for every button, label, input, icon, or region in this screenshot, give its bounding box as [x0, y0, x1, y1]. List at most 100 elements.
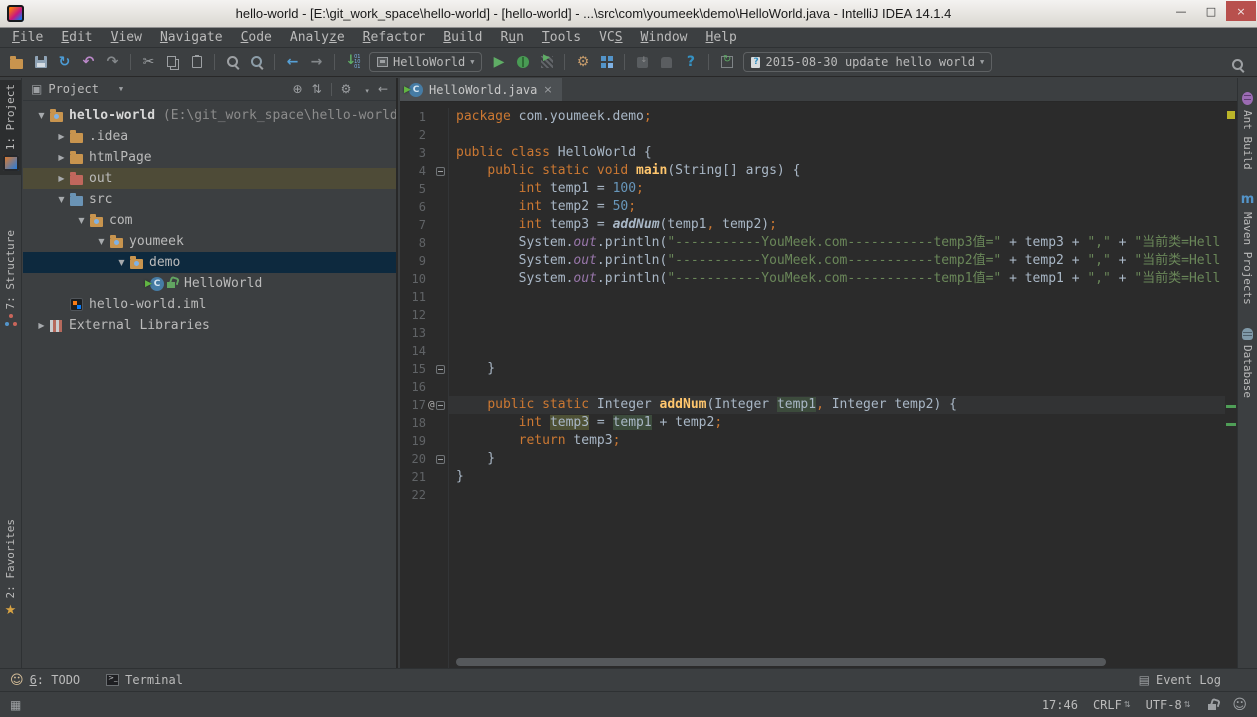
synchronize-button[interactable]: ↻ [53, 51, 76, 73]
vcs-changelist-select[interactable]: 2015-08-30 update hello world▼ [743, 52, 992, 72]
vcs-change-mark[interactable] [1226, 405, 1236, 408]
locate-file-icon[interactable]: ⊕ [293, 82, 303, 96]
expand-arrow-icon[interactable]: ▼ [33, 111, 50, 120]
tool-button-event-log[interactable]: ▤ Event Log [1139, 673, 1221, 687]
run-with-coverage-button[interactable] [535, 51, 558, 73]
tool-button-favorites[interactable]: 2: Favorites ★ [0, 515, 21, 622]
tree-item-com[interactable]: ▼com [23, 210, 396, 231]
help-button[interactable]: ? [679, 51, 702, 73]
tool-button-maven-projects[interactable]: m Maven Projects [1238, 188, 1257, 309]
tree-item-out[interactable]: ▶out [23, 168, 396, 189]
caret-position[interactable]: 17:46 [1042, 698, 1078, 712]
tool-button-database[interactable]: Database [1238, 324, 1257, 402]
recent-changes-button[interactable] [341, 51, 364, 73]
android-avd-manager-button[interactable] [655, 51, 678, 73]
menu-vcs[interactable]: VCS [590, 30, 631, 45]
chevron-down-icon[interactable]: ▼ [119, 85, 123, 93]
tree-item-hello-world-iml[interactable]: hello-world.iml [23, 294, 396, 315]
save-all-button[interactable] [29, 51, 52, 73]
debug-button[interactable] [511, 51, 534, 73]
forward-button[interactable]: → [305, 51, 328, 73]
close-tab-icon[interactable]: × [543, 83, 552, 96]
app-icon [377, 57, 388, 67]
forward-icon: → [311, 54, 323, 70]
collapse-all-icon[interactable]: ⇅ [312, 82, 322, 96]
copy-button[interactable] [161, 51, 184, 73]
maximize-button[interactable]: □ [1196, 1, 1226, 21]
menu-help[interactable]: Help [697, 30, 746, 45]
annotation-gutter-icon[interactable]: @ [428, 396, 435, 414]
project-panel-title[interactable]: Project [48, 82, 99, 96]
tree-item-htmlpage[interactable]: ▶htmlPage [23, 147, 396, 168]
warning-stripe-mark[interactable] [1227, 111, 1235, 119]
hide-panel-icon[interactable]: ← [378, 82, 388, 96]
replace-button[interactable] [245, 51, 268, 73]
menu-window[interactable]: Window [632, 30, 697, 45]
tree-item-external-libraries[interactable]: ▶External Libraries [23, 315, 396, 336]
menu-analyze[interactable]: Analyze [281, 30, 354, 45]
project-structure-button[interactable] [595, 51, 618, 73]
code-line-4: public static void main(String[] args) { [456, 162, 1225, 180]
expand-arrow-icon[interactable]: ▼ [113, 258, 130, 267]
vcs-change-mark[interactable] [1226, 423, 1236, 426]
close-button[interactable]: × [1226, 1, 1256, 21]
run-button[interactable]: ▶ [487, 51, 510, 73]
fold-marker-icon[interactable] [436, 401, 445, 410]
undo-button[interactable]: ↶ [77, 51, 100, 73]
tree-item-helloworld[interactable]: CHelloWorld [23, 273, 396, 294]
android-sdk-manager-button[interactable] [631, 51, 654, 73]
search-everywhere-button[interactable] [1226, 54, 1249, 76]
encoding-selector[interactable]: UTF-8⇅ [1146, 698, 1191, 712]
menu-navigate[interactable]: Navigate [151, 30, 232, 45]
tool-button-todo[interactable]: ☺ 6: TODO [10, 673, 80, 688]
tab-helloworld-java[interactable]: C HelloWorld.java × [400, 78, 562, 101]
expand-arrow-icon[interactable]: ▶ [33, 321, 50, 330]
menu-tools[interactable]: Tools [533, 30, 590, 45]
maven-icon: m [1241, 192, 1255, 207]
fold-marker-icon[interactable] [436, 455, 445, 464]
menu-edit[interactable]: Edit [52, 30, 101, 45]
tool-button-structure[interactable]: 7: Structure [0, 226, 21, 330]
open-file-button[interactable] [5, 51, 28, 73]
line-separator-selector[interactable]: CRLF⇅ [1093, 698, 1131, 712]
cut-button[interactable]: ✂ [137, 51, 160, 73]
toolwindow-switcher-icon[interactable]: ▦ [10, 698, 21, 712]
tree-item-label: hello-world.iml [89, 297, 206, 312]
expand-arrow-icon[interactable]: ▶ [53, 174, 70, 183]
fold-marker-icon[interactable] [436, 167, 445, 176]
tree-item-src[interactable]: ▼src [23, 189, 396, 210]
expand-arrow-icon[interactable]: ▼ [73, 216, 90, 225]
paste-button[interactable] [185, 51, 208, 73]
project-folder-icon [50, 109, 69, 122]
update-project-button[interactable] [715, 51, 738, 73]
expand-arrow-icon[interactable]: ▶ [53, 132, 70, 141]
expand-arrow-icon[interactable]: ▼ [53, 195, 70, 204]
tree-item--idea[interactable]: ▶.idea [23, 126, 396, 147]
menu-file[interactable]: File [3, 30, 52, 45]
tool-button-terminal[interactable]: Terminal [106, 673, 183, 687]
gear-icon[interactable]: ⚙▾ [341, 82, 369, 96]
unlock-icon[interactable] [1208, 704, 1216, 710]
tree-item-demo[interactable]: ▼demo [23, 252, 396, 273]
menu-run[interactable]: Run [491, 30, 532, 45]
tree-item-youmeek[interactable]: ▼youmeek [23, 231, 396, 252]
find-button[interactable] [221, 51, 244, 73]
menu-refactor[interactable]: Refactor [354, 30, 435, 45]
tool-button-project[interactable]: 1: Project [0, 80, 21, 175]
menu-code[interactable]: Code [232, 30, 281, 45]
back-button[interactable]: ← [281, 51, 304, 73]
tree-item-hello-world[interactable]: ▼hello-world (E:\git_work_space\hello-wo… [23, 105, 396, 126]
tool-button-ant-build[interactable]: Ant Build [1238, 88, 1257, 174]
hector-inspections-icon[interactable]: ☺ [1232, 697, 1247, 713]
minimize-button[interactable]: — [1166, 1, 1196, 21]
expand-arrow-icon[interactable]: ▼ [93, 237, 110, 246]
menu-build[interactable]: Build [434, 30, 491, 45]
fold-marker-icon[interactable] [436, 365, 445, 374]
run-configuration-select[interactable]: HelloWorld▼ [369, 52, 482, 72]
code-editor[interactable]: 1234567891011121314151617@1819202122 pac… [400, 102, 1237, 668]
menu-view[interactable]: View [102, 30, 151, 45]
horizontal-scrollbar[interactable] [456, 658, 1106, 666]
settings-button[interactable]: ⚙ [571, 51, 594, 73]
expand-arrow-icon[interactable]: ▶ [53, 153, 70, 162]
redo-button[interactable]: ↷ [101, 51, 124, 73]
